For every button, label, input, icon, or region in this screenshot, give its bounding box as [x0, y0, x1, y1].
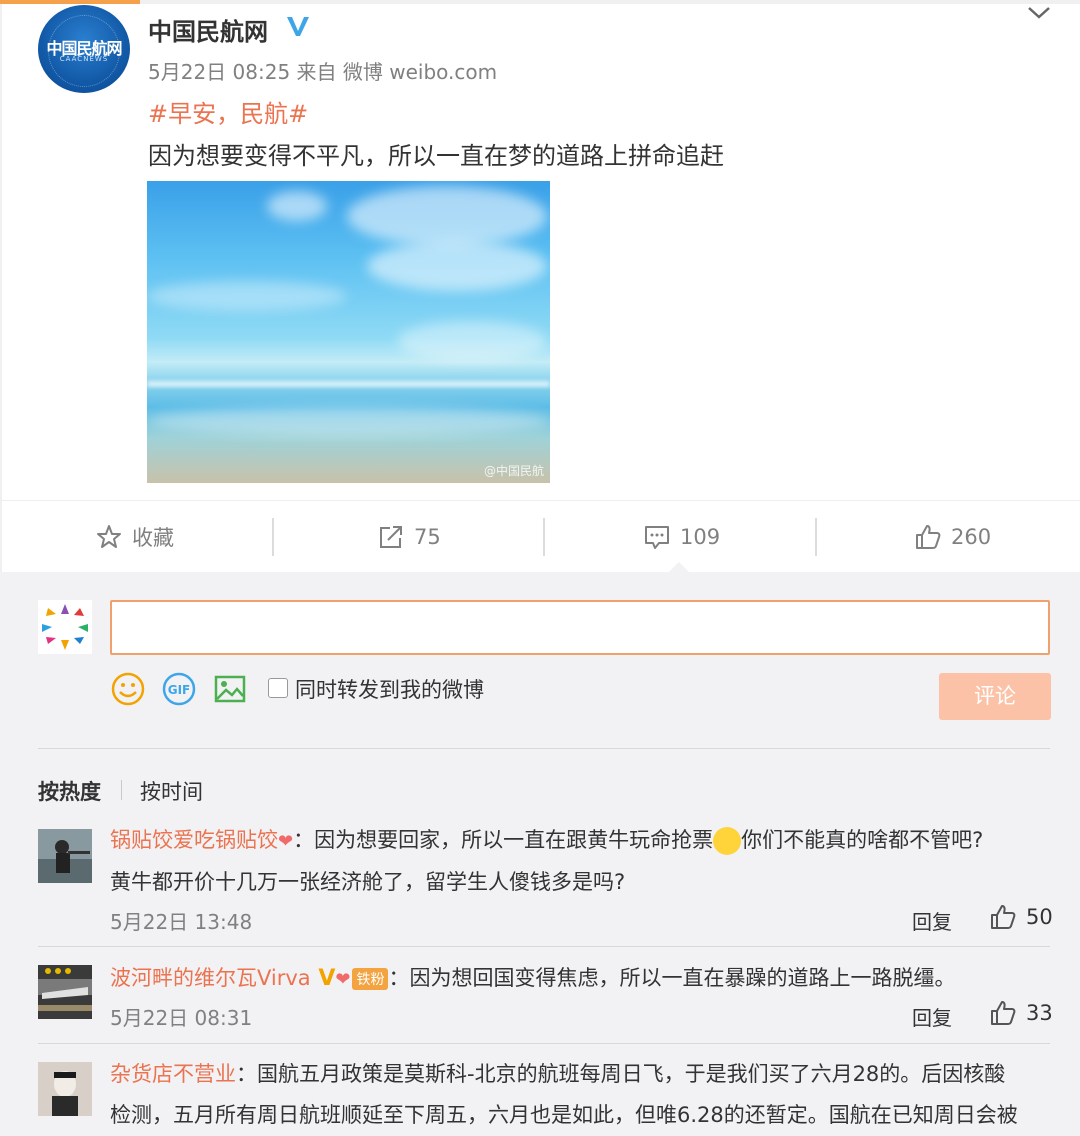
comment-icon	[645, 526, 669, 549]
comment-count: 109	[680, 525, 721, 549]
comment-author[interactable]: 波河畔的维尔瓦Virva	[110, 966, 311, 990]
verified-icon	[285, 14, 311, 45]
image-watermark: @中国民航	[483, 464, 544, 478]
sort-separator	[121, 780, 122, 800]
action-divider	[2, 500, 1080, 501]
favorite-label: 收藏	[132, 526, 174, 550]
comment-text: ：国航五月政策是莫斯科-北京的航班每周日飞，于是我们买了六月28的。后因核酸	[236, 1062, 1006, 1086]
image-icon[interactable]	[213, 672, 247, 706]
comment-author[interactable]: 锅贴饺爱吃锅贴饺	[110, 828, 278, 852]
comment-line: 波河畔的维尔瓦Virva V❤ 铁粉 ：因为想回国变得焦虑，所以一直在暴躁的道路上一…	[110, 962, 955, 992]
heart-badge-icon: ❤	[278, 830, 294, 852]
comment-divider	[38, 946, 1050, 947]
heart-badge-icon: ❤	[335, 968, 351, 990]
sort-by-time[interactable]: 按时间	[140, 776, 203, 806]
reply-button[interactable]: 回复	[912, 1002, 952, 1031]
submit-comment-button[interactable]: 评论	[939, 673, 1051, 720]
fan-badge: 铁粉	[352, 968, 389, 990]
comment-time: 5月22日 13:48	[110, 910, 253, 934]
comment-text: ：因为想回国变得焦虑，所以一直在暴躁的道路上一路脱缰。	[388, 966, 956, 990]
share-icon	[380, 526, 402, 548]
comment-text-line2: 黄牛都开价十几万一张经济舱了，留学生人傻钱多是吗?	[110, 870, 626, 894]
comment-button[interactable]: 109	[644, 520, 720, 554]
my-avatar	[38, 600, 92, 654]
comment-line: 锅贴饺爱吃锅贴饺❤：因为想要回家，所以一直在跟黄牛玩命抢票 你们不能真的啥都不管吧…	[110, 824, 983, 855]
comment-line: 杂货店不营业：国航五月政策是莫斯科-北京的航班每周日飞，于是我们买了六月28的。…	[110, 1058, 1005, 1088]
comment-divider	[38, 1043, 1050, 1044]
comment-text-cont: 你们不能真的啥都不管吧?	[741, 828, 984, 852]
comment-like-button[interactable]: 50	[990, 904, 1053, 930]
author-avatar[interactable]: 中国民航网 CAACNEWS	[38, 5, 130, 93]
chevron-down-icon[interactable]	[1026, 2, 1052, 22]
comment-like-count: 33	[1026, 1001, 1053, 1025]
comment-text: ：因为想要回家，所以一直在跟黄牛玩命抢票	[293, 828, 714, 852]
comment-like-button[interactable]: 33	[990, 1000, 1053, 1026]
cloud	[147, 281, 347, 311]
composer-divider	[38, 748, 1050, 749]
comment-avatar[interactable]	[38, 1062, 92, 1116]
cloud	[397, 321, 547, 361]
gif-icon[interactable]: GIF	[162, 672, 196, 706]
author-name[interactable]: 中国民航网	[148, 12, 268, 47]
cloud	[347, 186, 547, 246]
post-content: 因为想要变得不平凡，所以一直在梦的道路上拼命追赶	[148, 142, 724, 170]
comment-like-count: 50	[1026, 905, 1053, 929]
horizon-line	[147, 381, 550, 387]
emoji-icon[interactable]	[111, 672, 145, 706]
thumbs-up-icon	[991, 905, 1016, 929]
comment-input[interactable]	[110, 600, 1050, 655]
action-separator	[543, 518, 545, 556]
reply-button[interactable]: 回复	[912, 906, 952, 935]
repost-button[interactable]: 75	[378, 520, 441, 554]
repost-count: 75	[414, 525, 441, 549]
repost-checkbox-label: 同时转发到我的微博	[295, 678, 484, 702]
like-button[interactable]: 260	[915, 520, 991, 554]
favorite-button[interactable]: 收藏	[96, 520, 174, 554]
post-image[interactable]: @中国民航	[147, 181, 550, 483]
star-icon	[97, 525, 121, 548]
thumbs-up-icon	[991, 1001, 1016, 1025]
post-meta: 5月22日 08:25 来自 微博 weibo.com	[148, 60, 498, 84]
comment-author[interactable]: 杂货店不营业	[110, 1062, 236, 1086]
comment-avatar[interactable]	[38, 829, 92, 883]
comment-pointer	[668, 562, 690, 573]
scared-emoji-icon	[713, 827, 742, 855]
cloud	[267, 191, 327, 221]
action-separator	[272, 518, 274, 556]
like-count: 260	[951, 525, 992, 549]
repost-checkbox[interactable]	[268, 678, 288, 698]
verified-orange-icon: V	[310, 966, 336, 991]
top-accent	[0, 0, 140, 4]
post-hashtag[interactable]: #早安，民航#	[148, 94, 308, 129]
comment-avatar[interactable]	[38, 965, 92, 1019]
cloud	[367, 241, 547, 291]
svg-text:GIF: GIF	[168, 683, 191, 697]
reflection	[147, 406, 550, 436]
top-border	[0, 0, 1080, 4]
comment-time: 5月22日 08:31	[110, 1006, 253, 1030]
action-separator	[815, 518, 817, 556]
card-left-border	[0, 4, 2, 574]
comment-text-line2: 检测，五月所有周日航班顺延至下周五，六月也是如此，但唯6.28的还暂定。国航在已…	[110, 1103, 1018, 1127]
avatar-logo-sub: CAACNEWS	[59, 55, 109, 63]
thumbs-up-icon	[916, 525, 941, 549]
sort-by-hot[interactable]: 按热度	[38, 776, 101, 806]
